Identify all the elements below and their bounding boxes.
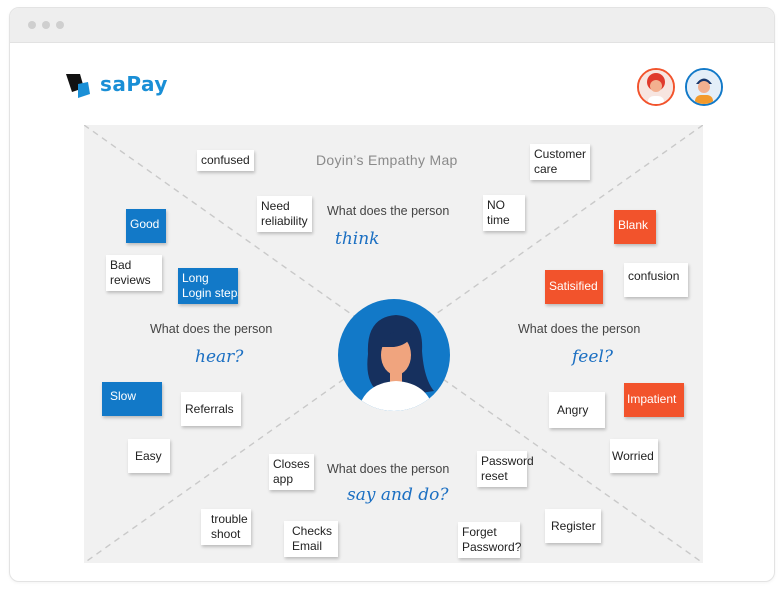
note-line: reset	[481, 469, 508, 483]
sticky-note-worried[interactable]: Worried	[610, 439, 658, 473]
woman-avatar-icon	[639, 70, 673, 104]
sticky-note-confused[interactable]: confused	[197, 150, 254, 171]
man-avatar-icon	[687, 70, 721, 104]
sticky-note-bad-reviews[interactable]: Bad reviews	[106, 255, 162, 291]
user-avatar-1[interactable]	[637, 68, 675, 106]
browser-window: saPay Doyin’s Empathy Map What does the …	[9, 7, 775, 582]
note-line: Password	[481, 454, 534, 468]
hear-question: What does the person	[150, 322, 273, 336]
sticky-note-blank[interactable]: Blank	[614, 210, 656, 244]
think-question: What does the person	[327, 204, 450, 218]
note-line: Forget	[462, 525, 497, 539]
sticky-note-easy[interactable]: Easy	[128, 439, 170, 473]
note-line: Long	[182, 271, 209, 285]
user-avatar-2[interactable]	[685, 68, 723, 106]
sapay-logo-icon	[66, 74, 90, 98]
note-line: Customer	[534, 147, 587, 161]
sticky-note-referrals[interactable]: Referrals	[181, 392, 241, 426]
window-dot-icon[interactable]	[28, 21, 36, 29]
note-line: time	[487, 213, 510, 227]
say-do-label: say and do?	[347, 485, 449, 505]
feel-label: feel?	[572, 347, 613, 367]
note-line: Checks	[292, 524, 333, 538]
note-line: Password?	[462, 540, 522, 554]
say-do-question: What does the person	[327, 462, 450, 476]
note-line: NO	[487, 198, 505, 212]
hear-label: hear?	[195, 347, 244, 367]
empathy-map-board: Doyin’s Empathy Map What does the person…	[84, 125, 703, 563]
note-line: care	[534, 162, 558, 176]
board-title: Doyin’s Empathy Map	[316, 152, 458, 168]
note-line: app	[273, 472, 294, 486]
sticky-note-forget-password[interactable]: Forget Password?	[458, 522, 522, 558]
note-line: reviews	[110, 273, 151, 287]
think-label: think	[335, 229, 380, 249]
sticky-note-checks-email[interactable]: Checks Email	[284, 521, 338, 557]
sticky-note-password-reset[interactable]: Password reset	[477, 451, 534, 487]
sticky-note-trouble-shoot[interactable]: trouble shoot	[201, 509, 251, 545]
sticky-note-slow[interactable]: Slow	[102, 382, 162, 416]
sticky-note-satisfied[interactable]: Satisified	[545, 270, 603, 304]
note-line: reliability	[261, 214, 308, 228]
note-line: shoot	[211, 527, 241, 541]
persona-avatar	[338, 299, 450, 411]
app-name: saPay	[100, 72, 168, 96]
window-dot-icon[interactable]	[42, 21, 50, 29]
note-line: trouble	[211, 512, 248, 526]
sticky-note-need-reliability[interactable]: Need reliability	[257, 196, 312, 232]
sticky-note-no-time[interactable]: NO time	[483, 195, 525, 231]
window-dot-icon[interactable]	[56, 21, 64, 29]
sticky-note-long-login[interactable]: Long Login steps	[178, 268, 238, 304]
persona-woman-icon	[358, 315, 434, 411]
sticky-note-confusion[interactable]: confusion	[624, 263, 688, 297]
note-line: Email	[292, 539, 323, 553]
sticky-note-angry[interactable]: Angry	[549, 392, 605, 428]
sticky-note-good[interactable]: Good	[126, 209, 166, 243]
feel-question: What does the person	[518, 322, 641, 336]
sticky-note-register[interactable]: Register	[545, 509, 601, 543]
window-titlebar	[10, 8, 774, 43]
sticky-note-impatient[interactable]: Impatient	[624, 383, 684, 417]
note-line: Login steps	[182, 286, 238, 300]
note-line: Closes	[273, 457, 310, 471]
sticky-note-customer-care[interactable]: Customer care	[530, 144, 591, 180]
note-line: Bad	[110, 258, 132, 272]
note-line: Need	[261, 199, 290, 213]
sticky-note-closes-app[interactable]: Closes app	[269, 454, 314, 490]
